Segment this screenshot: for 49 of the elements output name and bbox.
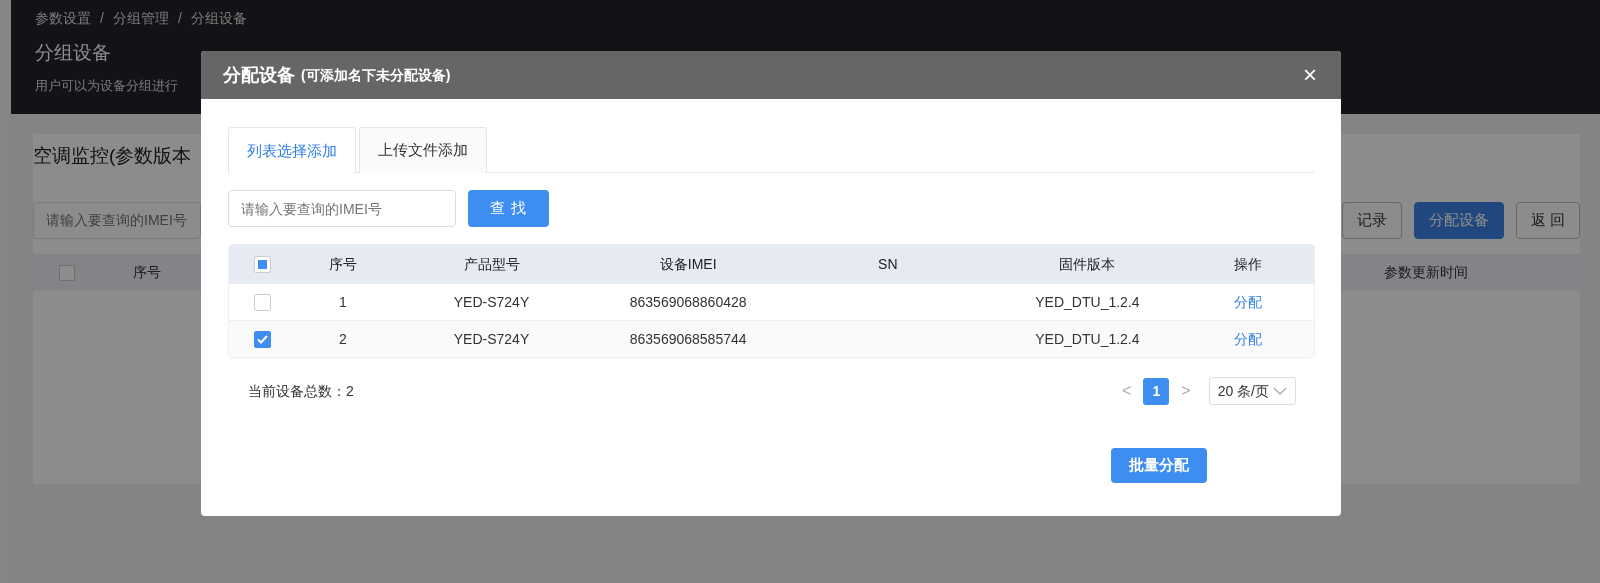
page-title: 分组设备 (35, 41, 112, 65)
breadcrumb-item[interactable]: 分组设备 (190, 8, 247, 29)
table-cell: 863569068585744 (629, 330, 747, 347)
page-button[interactable]: 返 回 (1515, 201, 1580, 239)
search-field[interactable]: 请输入要查询的IMEI号 (33, 201, 201, 239)
table-cell: YED_DTU_1.2.4 (1035, 330, 1140, 347)
page-button[interactable]: 分配设备 (1413, 201, 1504, 239)
breadcrumb-item[interactable]: 分组管理 (112, 8, 169, 29)
table-cell: YED-S724Y (453, 293, 530, 310)
section-title: 空调监控(参数版本 (33, 145, 192, 166)
close-button[interactable]: × (1299, 63, 1321, 87)
table-cell: 1 (338, 293, 347, 310)
breadcrumb-separator: / (100, 9, 104, 28)
search-button[interactable]: 查 找 (468, 190, 550, 227)
chevron-down-icon (1273, 386, 1287, 396)
page-button[interactable]: 记录 (1341, 201, 1402, 239)
next-page-button[interactable]: > (1177, 379, 1195, 403)
checkbox[interactable] (59, 264, 75, 281)
device-total: 当前设备总数：2 (248, 381, 354, 401)
page-description: 用户可以为设备分组进行 (35, 77, 178, 93)
table-cell: YED_DTU_1.2.4 (1035, 293, 1140, 310)
table-cell: YED-S724Y (453, 330, 530, 347)
column-header: 固件版本 (1058, 254, 1117, 274)
row-checkbox[interactable] (254, 293, 272, 311)
search-field[interactable]: 请输入要查询的IMEI号 (228, 190, 456, 227)
previous-page-button[interactable]: < (1117, 379, 1136, 403)
select-all-checkbox[interactable] (254, 255, 272, 273)
dialog-title: 分配设备 (223, 63, 295, 87)
table-cell: 863569068860428 (629, 293, 747, 310)
column-header: SN (877, 254, 899, 274)
check-icon (257, 334, 269, 344)
column-header: 设备IMEI (658, 254, 718, 274)
breadcrumb-item[interactable]: 参数设置 (35, 8, 91, 29)
tab[interactable]: 列表选择添加 (228, 127, 356, 174)
column-header: 参数更新时间 (1384, 263, 1468, 282)
column-header: 序号 (327, 254, 358, 274)
row-checkbox[interactable] (254, 330, 272, 348)
batch-assign-button[interactable]: 批量分配 (1111, 448, 1207, 483)
table-cell: 2 (338, 330, 347, 347)
breadcrumb-separator: / (177, 9, 182, 28)
tab[interactable]: 上传文件添加 (359, 127, 487, 173)
page-button[interactable]: 1 (1143, 377, 1170, 405)
column-header: 产品型号 (462, 254, 521, 274)
dialog-subtitle: (可添加名下未分配设备) (301, 65, 451, 85)
page-size-select[interactable]: 20 条/页 (1208, 377, 1296, 405)
column-header: 操作 (1232, 254, 1263, 274)
assign-link[interactable]: 分配 (1233, 293, 1262, 310)
assign-link[interactable]: 分配 (1233, 330, 1262, 347)
column-header: 序号 (133, 263, 161, 282)
